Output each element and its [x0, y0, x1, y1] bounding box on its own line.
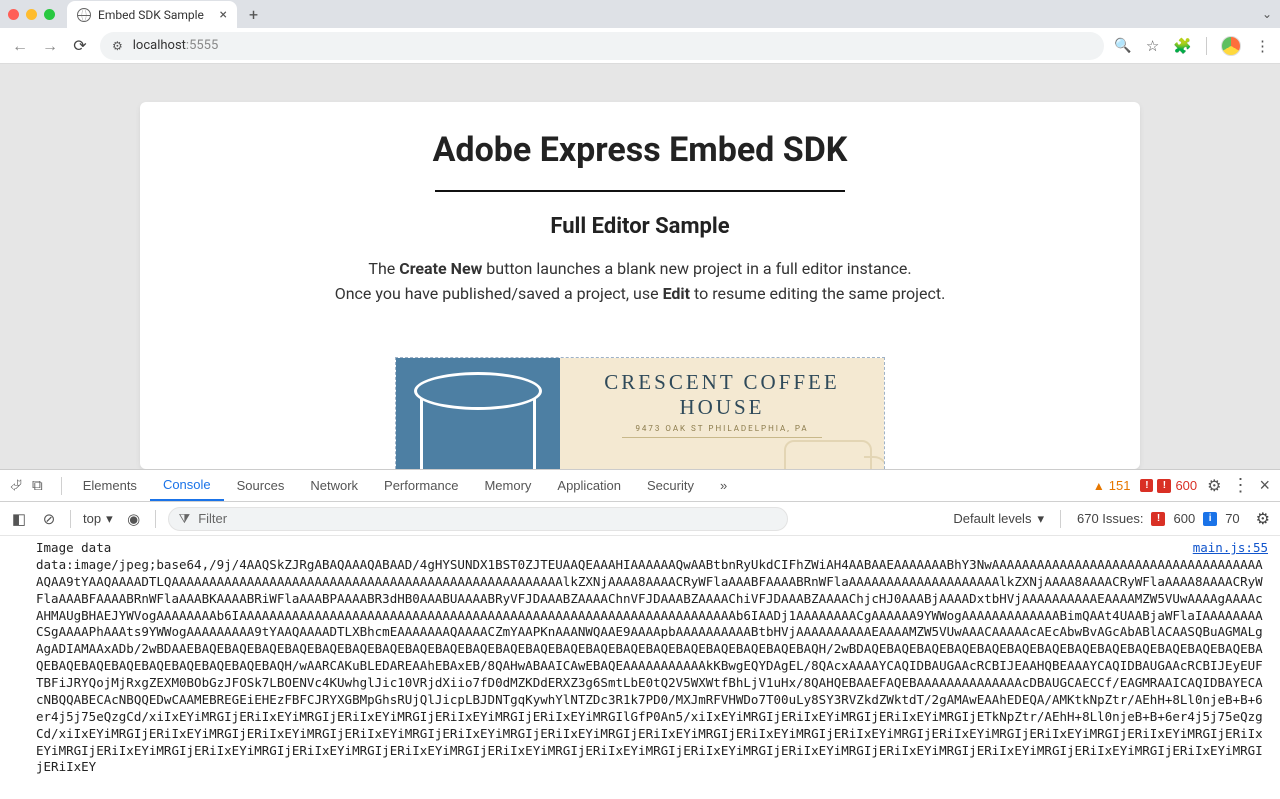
tab-overflow-button[interactable]: ⌄ — [1262, 7, 1272, 21]
console-filter-input[interactable]: ⧩ Filter — [168, 507, 788, 531]
devtools-close-icon[interactable]: × — [1259, 475, 1270, 496]
reload-button[interactable]: ⟳ — [70, 36, 90, 55]
url-text: localhost:5555 — [133, 38, 219, 53]
tab-overflow[interactable]: » — [707, 470, 740, 501]
page-subtitle: Full Editor Sample — [180, 214, 1100, 239]
banner-text-side: CRESCENT COFFEE HOUSE 9473 OAK ST PHILAD… — [560, 358, 884, 469]
devtools-menu-icon[interactable]: ⋮ — [1231, 475, 1249, 496]
console-toolbar: ◧ ⊘ top ▾ ◉ ⧩ Filter Default levels ▾ 67… — [0, 502, 1280, 536]
intro-line-2: Once you have published/saved a project,… — [180, 282, 1100, 305]
tab-application[interactable]: Application — [544, 470, 634, 501]
bookmark-icon[interactable]: ☆ — [1146, 37, 1159, 55]
profile-avatar[interactable] — [1221, 36, 1241, 56]
tab-close-icon[interactable]: × — [220, 7, 227, 23]
window-close-button[interactable] — [8, 9, 19, 20]
back-button[interactable]: ← — [10, 36, 30, 56]
devtools-panel: ⮰ ⧉ Elements Console Sources Network Per… — [0, 469, 1280, 799]
errors-badge[interactable]: !600 — [1140, 478, 1197, 493]
content-card: Adobe Express Embed SDK Full Editor Samp… — [140, 102, 1140, 469]
tab-console[interactable]: Console — [150, 470, 224, 501]
tab-title: Embed SDK Sample — [98, 8, 204, 22]
divider-line — [435, 190, 845, 192]
toolbar-right: 🔍 ☆ 🧩 ⋮ — [1114, 36, 1270, 56]
divider — [1206, 37, 1207, 55]
inspect-element-icon[interactable]: ⮰ — [10, 477, 22, 494]
tab-network[interactable]: Network — [297, 470, 371, 501]
window-controls — [8, 9, 55, 20]
filter-placeholder: Filter — [198, 511, 227, 526]
page-viewport: Adobe Express Embed SDK Full Editor Samp… — [0, 64, 1280, 469]
browser-tab[interactable]: Embed SDK Sample × — [67, 1, 237, 29]
banner-brand: CRESCENT COFFEE HOUSE — [560, 370, 884, 420]
banner-address: 9473 OAK ST PHILADELPHIA, PA — [635, 424, 808, 433]
mug-outline-icon — [784, 440, 872, 469]
tab-security[interactable]: Security — [634, 470, 707, 501]
device-toolbar-icon[interactable]: ⧉ — [32, 477, 43, 494]
devtools-settings-icon[interactable]: ⚙ — [1207, 476, 1221, 496]
banner-cup-art — [396, 358, 560, 469]
log-label: Image data — [36, 540, 1270, 557]
issues-summary[interactable]: 670 Issues: !600 i70 — [1077, 511, 1240, 526]
warnings-badge[interactable]: 151 — [1093, 478, 1131, 493]
chrome-menu-icon[interactable]: ⋮ — [1255, 37, 1270, 55]
log-levels-selector[interactable]: Default levels ▾ — [953, 511, 1044, 527]
new-tab-button[interactable]: + — [249, 5, 258, 24]
console-settings-icon[interactable]: ⚙ — [1256, 509, 1270, 529]
site-settings-icon[interactable]: ⚙ — [112, 39, 123, 53]
sample-banner: CRESCENT COFFEE HOUSE 9473 OAK ST PHILAD… — [395, 357, 885, 469]
address-bar[interactable]: ⚙ localhost:5555 — [100, 32, 1104, 60]
extensions-icon[interactable]: 🧩 — [1173, 37, 1192, 55]
console-sidebar-toggle-icon[interactable]: ◧ — [10, 510, 28, 528]
tab-memory[interactable]: Memory — [471, 470, 544, 501]
globe-icon — [77, 8, 91, 22]
zoom-icon[interactable]: 🔍 — [1114, 38, 1131, 54]
tab-sources[interactable]: Sources — [224, 470, 298, 501]
console-output[interactable]: main.js:55 Image data data:image/jpeg;ba… — [0, 536, 1280, 799]
filter-icon: ⧩ — [179, 511, 191, 527]
devtools-tab-bar: ⮰ ⧉ Elements Console Sources Network Per… — [0, 470, 1280, 502]
forward-button[interactable]: → — [40, 36, 60, 56]
browser-tab-strip: Embed SDK Sample × + ⌄ — [0, 0, 1280, 28]
window-maximize-button[interactable] — [44, 9, 55, 20]
log-source-link[interactable]: main.js:55 — [1193, 540, 1268, 557]
browser-toolbar: ← → ⟳ ⚙ localhost:5555 🔍 ☆ 🧩 ⋮ — [0, 28, 1280, 64]
log-data-url: data:image/jpeg;base64,/9j/4AAQSkZJRgABA… — [36, 557, 1270, 776]
context-selector[interactable]: top ▾ — [83, 511, 113, 527]
clear-console-icon[interactable]: ⊘ — [40, 510, 58, 528]
page-title: Adobe Express Embed SDK — [180, 130, 1100, 170]
tab-elements[interactable]: Elements — [70, 470, 150, 501]
window-minimize-button[interactable] — [26, 9, 37, 20]
live-expression-icon[interactable]: ◉ — [125, 510, 143, 528]
intro-line-1: The Create New button launches a blank n… — [180, 257, 1100, 280]
tab-performance[interactable]: Performance — [371, 470, 471, 501]
